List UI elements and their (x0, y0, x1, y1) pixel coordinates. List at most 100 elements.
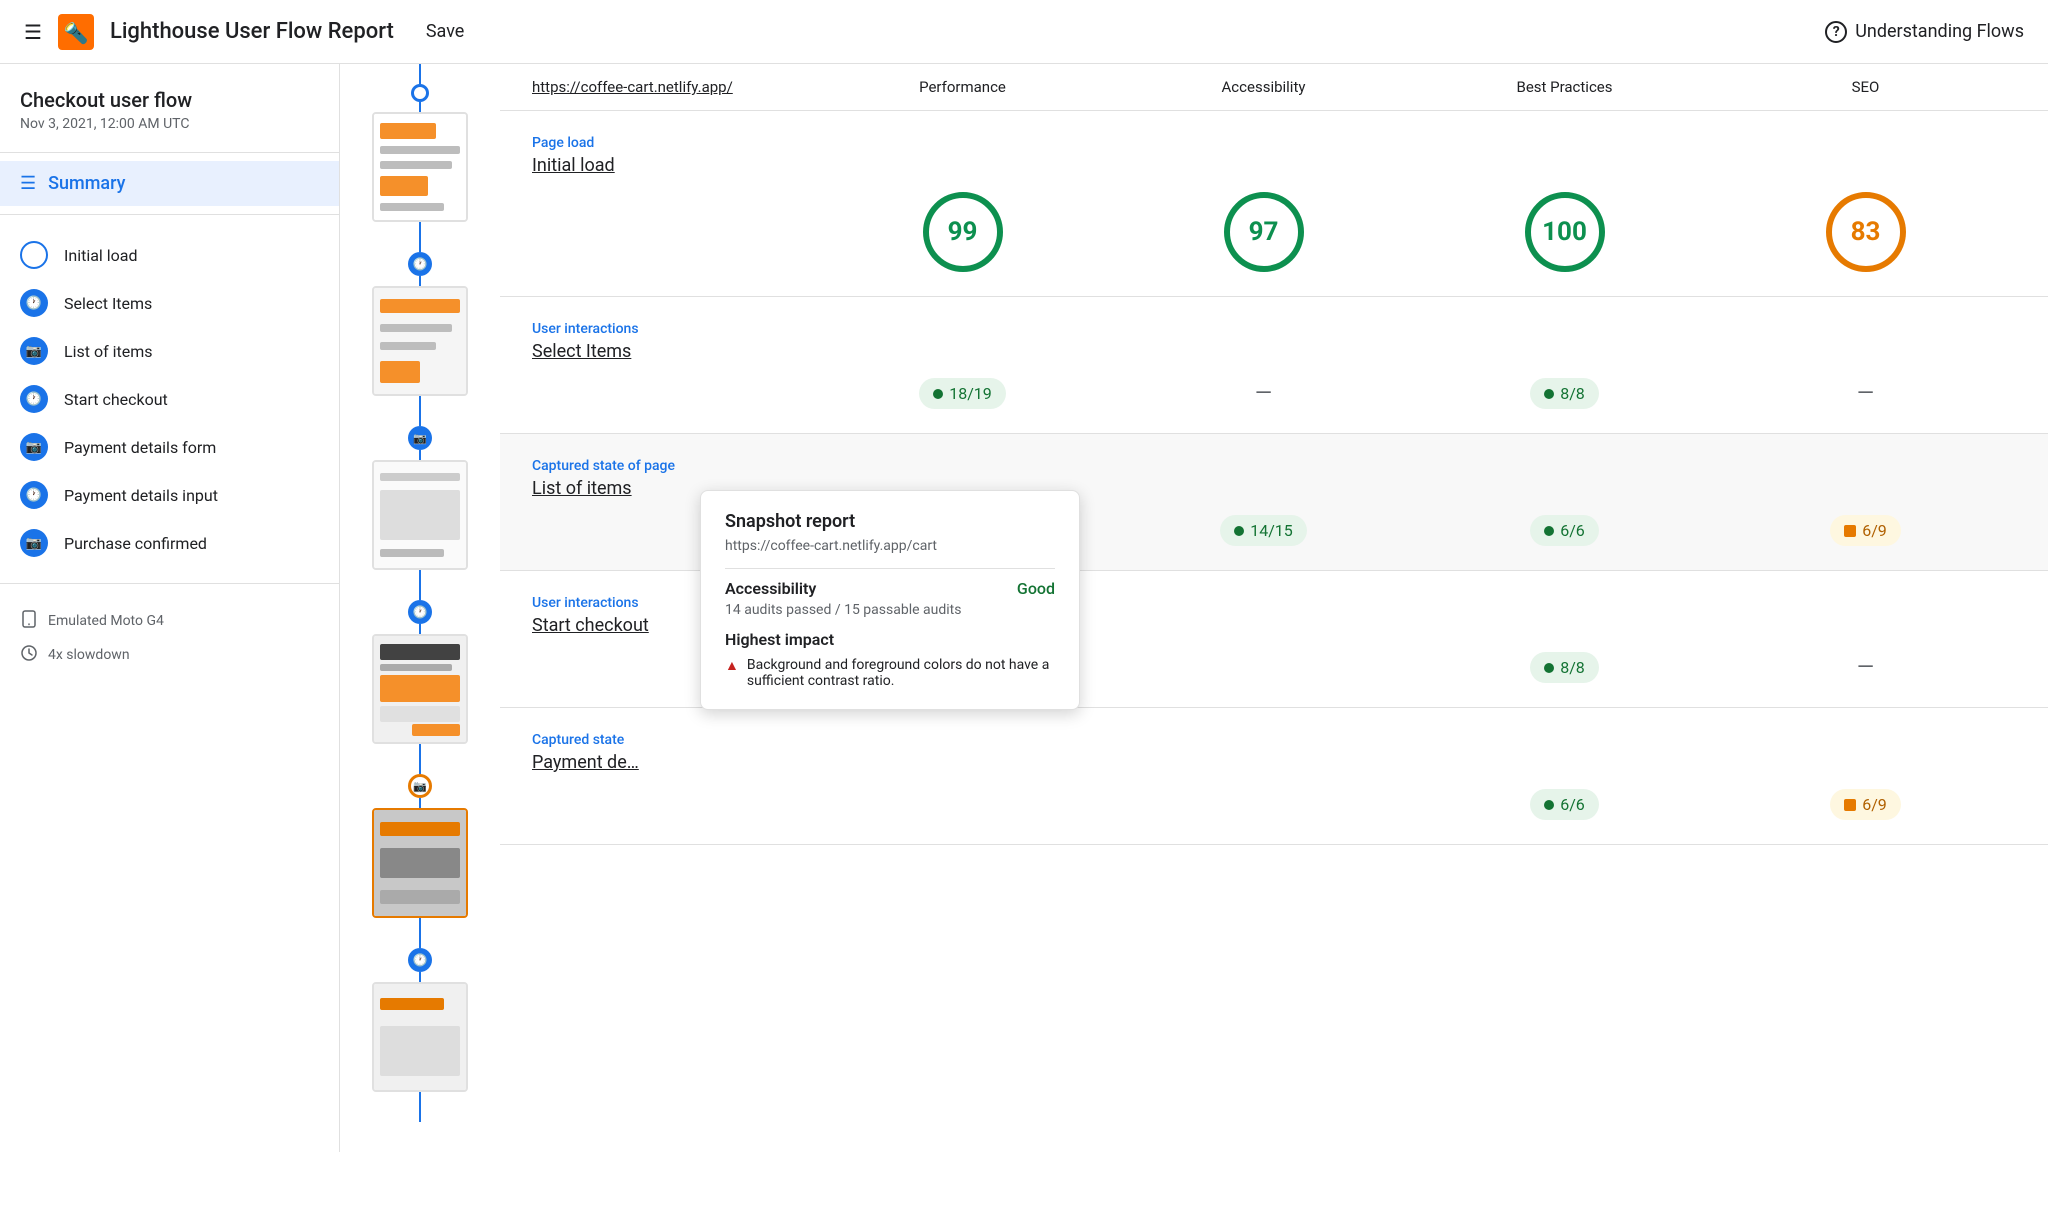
col-best-practices: Best Practices (1414, 78, 1715, 96)
timeline-dot-clock-1: 🕐 (408, 252, 432, 276)
score-cell-seo: 6/9 (1715, 515, 2016, 546)
menu-icon[interactable]: ☰ (24, 20, 42, 44)
pill-value: 6/6 (1560, 521, 1585, 540)
pill-score-18-19: 18/19 (919, 378, 1006, 409)
section-type-label: User interactions (532, 321, 2016, 337)
save-button[interactable]: Save (426, 21, 465, 42)
warning-icon: ▲ (725, 657, 739, 674)
pill-score-6-6-b: 6/6 (1530, 789, 1599, 820)
sidebar-item-label: Start checkout (64, 390, 168, 409)
sidebar-item-start-checkout[interactable]: 🕐 Start checkout (0, 375, 339, 423)
timeline-item-5: 📷 (372, 774, 468, 948)
pill-score-6-6: 6/6 (1530, 515, 1599, 546)
tooltip-accessibility-row: Accessibility Good (725, 579, 1055, 598)
pill-value: 18/19 (949, 384, 992, 403)
thumbnail-3[interactable] (372, 460, 468, 570)
score-cell-seo: — (1715, 381, 2016, 406)
help-icon: ? (1825, 21, 1847, 43)
sidebar-item-payment-details-form[interactable]: 📷 Payment details form (0, 423, 339, 471)
sidebar-item-purchase-confirmed[interactable]: 📷 Purchase confirmed (0, 519, 339, 567)
timeline-dot-circle (411, 84, 429, 102)
sidebar-item-label: Select Items (64, 294, 152, 313)
pill-score-6-9-b: 6/9 (1830, 789, 1901, 820)
sidebar-item-label: Initial load (64, 246, 138, 265)
connector (419, 624, 421, 634)
col-accessibility: Accessibility (1113, 78, 1414, 96)
pill-value: 6/9 (1862, 521, 1887, 540)
camera-icon: 📷 (20, 433, 48, 461)
pill-value: 14/15 (1250, 521, 1293, 540)
sidebar-item-label: Payment details input (64, 486, 218, 505)
slowdown-icon (20, 644, 38, 666)
tooltip-divider (725, 568, 1055, 569)
section-type-label: Captured state (532, 732, 2016, 748)
score-cell-a11y: 14/15 (1113, 515, 1414, 546)
understanding-flows-link[interactable]: ? Understanding Flows (1825, 21, 2024, 43)
score-cell-bp: 100 (1414, 192, 1715, 272)
site-url[interactable]: https://coffee-cart.netlify.app/ (532, 78, 812, 96)
circle-icon (20, 241, 48, 269)
score-value: 100 (1542, 217, 1587, 247)
thumbnail-6[interactable] (372, 982, 468, 1092)
connector (419, 276, 421, 286)
main-content: 🕐 📷 (340, 64, 2048, 1152)
device-name: Emulated Moto G4 (48, 613, 164, 629)
thumbnail-1[interactable] (372, 112, 468, 222)
sidebar-item-select-items[interactable]: 🕐 Select Items (0, 279, 339, 327)
pill-dot-orange-sq (1844, 525, 1856, 537)
summary-nav-item[interactable]: ☰ Summary (0, 161, 339, 206)
sidebar-item-payment-details-input[interactable]: 🕐 Payment details input (0, 471, 339, 519)
sidebar-item-initial-load[interactable]: Initial load (0, 231, 339, 279)
score-cell-seo: — (1715, 655, 2016, 680)
section-name[interactable]: Initial load (532, 155, 2016, 176)
section-name[interactable]: Select Items (532, 341, 2016, 362)
tooltip-impact-item: ▲ Background and foreground colors do no… (725, 657, 1055, 689)
topbar: ☰ 🔦 Lighthouse User Flow Report Save ? U… (0, 0, 2048, 64)
logo-icon: 🔦 (58, 14, 94, 50)
score-cell-perf: 18/19 (812, 378, 1113, 409)
pill-score-8-8-b: 8/8 (1530, 652, 1599, 683)
connector (419, 1092, 421, 1122)
device-icon (20, 610, 38, 632)
col-performance: Performance (812, 78, 1113, 96)
connector (419, 972, 421, 982)
col-seo: SEO (1715, 78, 2016, 96)
timeline-item-3: 📷 (372, 426, 468, 600)
pill-dot-green (1544, 663, 1554, 673)
pill-score-6-9: 6/9 (1830, 515, 1901, 546)
score-cell-seo: 6/9 (1715, 789, 2016, 820)
section-page-load: Page load Initial load 99 97 (500, 111, 2048, 297)
thumbnail-5[interactable] (372, 808, 468, 918)
clock-icon: 🕐 (20, 289, 48, 317)
sidebar-item-label: Purchase confirmed (64, 534, 207, 553)
connector (419, 798, 421, 808)
score-value: 99 (948, 217, 978, 247)
thumbnail-4[interactable] (372, 634, 468, 744)
score-cell-a11y: 97 (1113, 192, 1414, 272)
flow-title: Checkout user flow (20, 88, 319, 112)
thumbnail-2[interactable] (372, 286, 468, 396)
connector (419, 64, 421, 84)
timeline-column: 🕐 📷 (340, 64, 500, 1122)
understanding-flows-label: Understanding Flows (1855, 21, 2024, 42)
camera-icon: 📷 (20, 337, 48, 365)
sidebar-item-label: List of items (64, 342, 153, 361)
circle-score-97: 97 (1224, 192, 1304, 272)
sidebar-item-label: Payment details form (64, 438, 216, 457)
score-cell-a11y: — (1113, 381, 1414, 406)
pill-dot-green (1544, 800, 1554, 810)
circle-score-83: 83 (1826, 192, 1906, 272)
sidebar-item-list-of-items[interactable]: 📷 List of items (0, 327, 339, 375)
camera-icon: 📷 (20, 529, 48, 557)
dash-score: — (1857, 655, 1874, 680)
pill-score-14-15: 14/15 (1220, 515, 1307, 546)
timeline-item-2: 🕐 (372, 252, 468, 426)
score-row-2: 18/19 — 8/8 — (532, 378, 2016, 409)
pill-dot-orange-sq (1844, 799, 1856, 811)
pill-value: 8/8 (1560, 658, 1585, 677)
app-title: Lighthouse User Flow Report (110, 19, 394, 44)
section-name[interactable]: Payment de… (532, 752, 2016, 773)
timeline-dot-camera-1: 📷 (408, 426, 432, 450)
circle-score-99: 99 (923, 192, 1003, 272)
circle-score-100: 100 (1525, 192, 1605, 272)
